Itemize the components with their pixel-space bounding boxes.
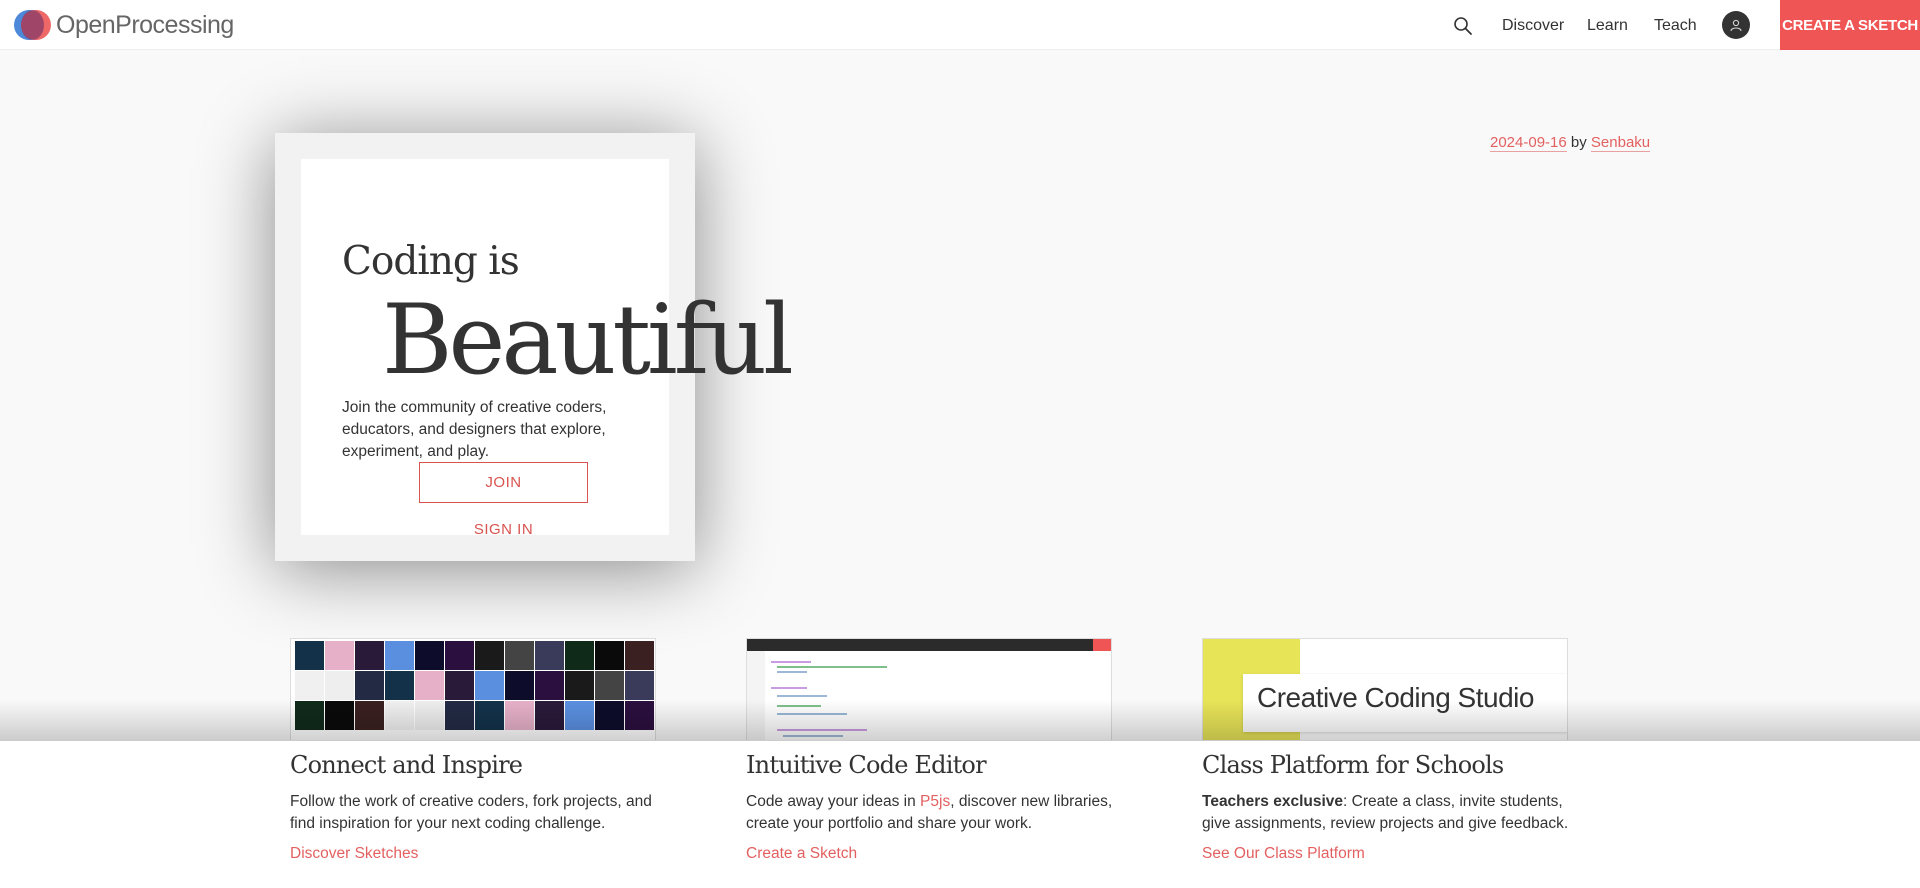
class-desc-bold: Teachers exclusive (1202, 793, 1344, 810)
section-shadow (0, 700, 1920, 740)
nav-discover[interactable]: Discover (1502, 0, 1564, 50)
hero-heading-line2: Beautiful (382, 284, 794, 396)
gallery-thumbnail (505, 641, 534, 670)
sketch-credit: 2024-09-16 by Senbaku (1490, 134, 1651, 152)
nav-teach[interactable]: Teach (1654, 0, 1697, 50)
signin-link[interactable]: SIGN IN (419, 521, 588, 538)
gallery-thumbnail (415, 641, 444, 670)
gallery-thumbnail (505, 671, 534, 700)
gallery-thumbnail (595, 671, 624, 700)
gallery-thumbnail (565, 641, 594, 670)
gallery-thumbnail (535, 671, 564, 700)
feature-desc-editor: Code away your ideas in P5js, discover n… (746, 791, 1126, 835)
gallery-thumbnail (595, 641, 624, 670)
gallery-thumbnail (445, 671, 474, 700)
p5js-link[interactable]: P5js (920, 793, 950, 810)
hero-description: Join the community of creative coders, e… (342, 399, 607, 460)
feature-desc-connect: Follow the work of creative coders, fork… (290, 793, 652, 832)
gallery-thumbnail (565, 671, 594, 700)
gallery-thumbnail (385, 671, 414, 700)
gallery-thumbnail (385, 641, 414, 670)
gallery-thumbnail (535, 641, 564, 670)
feature-title-class: Class Platform for Schools (1202, 751, 1504, 779)
editor-toolbar (747, 639, 1111, 651)
gallery-thumbnail (355, 671, 384, 700)
search-icon[interactable] (1452, 15, 1474, 37)
hero-heading-line1: Coding is (342, 239, 520, 284)
gallery-thumbnail (295, 641, 324, 670)
logo[interactable]: OpenProcessing (14, 6, 234, 44)
create-sketch-link[interactable]: Create a Sketch (746, 845, 857, 863)
feature-title-editor: Intuitive Code Editor (746, 751, 987, 779)
create-sketch-button[interactable]: CREATE A SKETCH (1780, 0, 1920, 50)
feature-desc-class: Teachers exclusive: Create a class, invi… (1202, 791, 1582, 835)
gallery-thumbnail (475, 671, 504, 700)
openprocessing-logo-icon (14, 6, 52, 44)
credit-date-link[interactable]: 2024-09-16 (1490, 134, 1567, 152)
gallery-thumbnail (625, 641, 654, 670)
gallery-thumbnail (445, 641, 474, 670)
discover-sketches-link[interactable]: Discover Sketches (290, 845, 418, 863)
credit-author-link[interactable]: Senbaku (1590, 134, 1651, 152)
gallery-thumbnail (475, 641, 504, 670)
feature-title-connect: Connect and Inspire (290, 751, 523, 779)
editor-desc-pre: Code away your ideas in (746, 793, 921, 810)
gallery-thumbnail (325, 641, 354, 670)
hero-card: Coding is Beautiful Join the community o… (275, 133, 794, 561)
join-button[interactable]: JOIN (419, 462, 588, 503)
hero-inner: Coding is Beautiful Join the community o… (301, 159, 794, 538)
nav-learn[interactable]: Learn (1587, 0, 1628, 50)
gallery-thumbnail (415, 671, 444, 700)
top-nav: OpenProcessing Discover Learn Teach CREA… (0, 0, 1920, 50)
class-platform-link[interactable]: See Our Class Platform (1202, 845, 1365, 863)
gallery-thumbnail (325, 671, 354, 700)
credit-by: by (1570, 134, 1587, 151)
user-avatar-icon[interactable] (1722, 11, 1750, 39)
gallery-thumbnail (625, 671, 654, 700)
gallery-thumbnail (355, 641, 384, 670)
logo-text: OpenProcessing (56, 10, 234, 39)
gallery-thumbnail (295, 671, 324, 700)
